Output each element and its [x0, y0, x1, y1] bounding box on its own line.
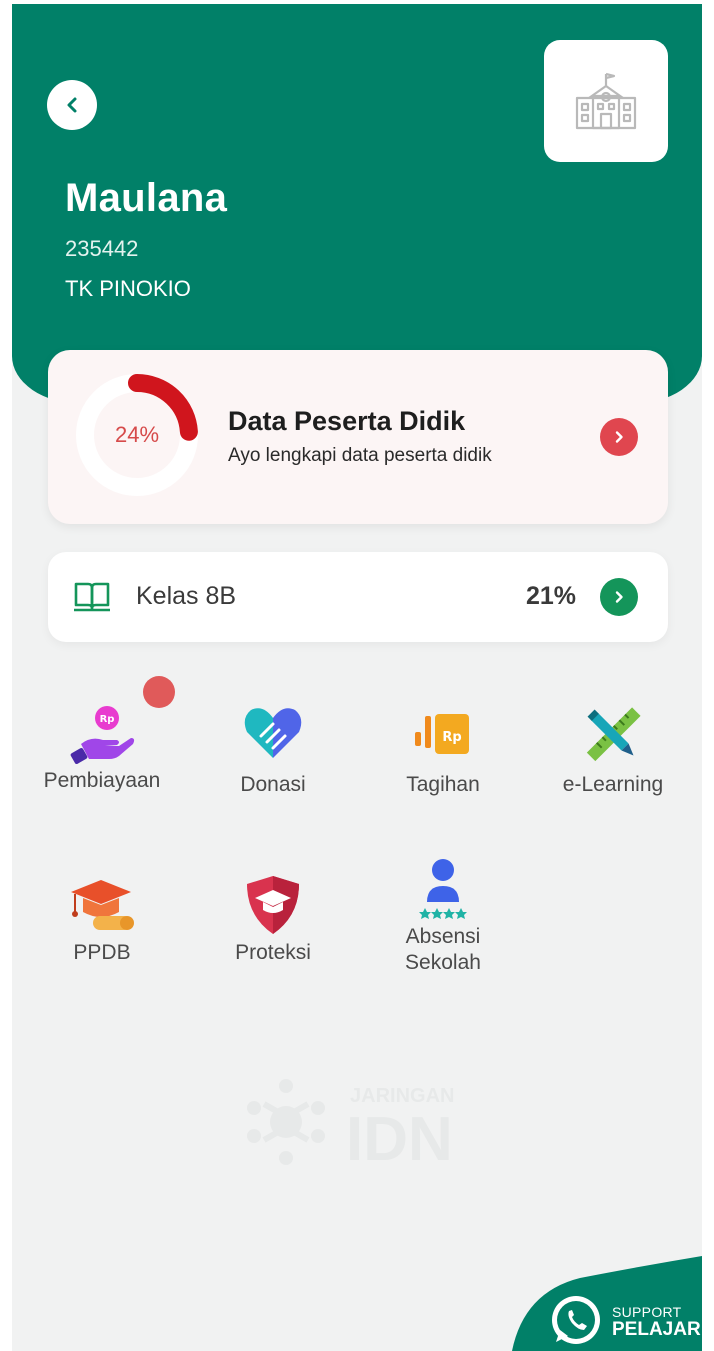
card-subtitle: Ayo lengkapi data peserta didik	[228, 445, 492, 466]
menu-label: Proteksi	[235, 941, 311, 964]
student-data-card[interactable]: 24% Data Peserta Didik Ayo lengkapi data…	[48, 350, 668, 524]
class-name: Kelas 8B	[136, 582, 237, 610]
chevron-right-icon	[615, 431, 623, 443]
menu-label-line1: Absensi	[405, 925, 481, 948]
svg-text:Rp: Rp	[100, 714, 115, 725]
svg-text:Rp: Rp	[442, 730, 461, 745]
bill-chart-icon: Rp	[415, 714, 469, 754]
menu-ppdb[interactable]: PPDB	[17, 872, 187, 966]
chevron-right-icon	[615, 591, 623, 603]
shield-cap-icon	[247, 876, 299, 934]
support-label-top: SUPPORT	[612, 1304, 682, 1320]
back-button[interactable]	[47, 80, 97, 130]
menu-elearning[interactable]: e-Learning	[528, 704, 698, 798]
watermark-line1: JARINGAN	[350, 1085, 454, 1107]
chevron-left-icon	[67, 97, 77, 113]
open-class-button[interactable]	[600, 578, 638, 616]
notification-dot	[143, 676, 175, 708]
menu-label-line2: Sekolah	[405, 951, 481, 974]
menu-label: Pembiayaan	[43, 769, 161, 792]
student-name: Maulana	[65, 176, 228, 220]
heart-handshake-icon	[244, 708, 302, 758]
menu-absensi-sekolah[interactable]: Absensi Sekolah	[358, 856, 528, 976]
school-logo-tile[interactable]	[544, 40, 668, 162]
class-percent: 21%	[526, 582, 577, 610]
menu-label: e-Learning	[562, 773, 664, 796]
school-name: TK PINOKIO	[65, 276, 191, 301]
menu-pembiayaan[interactable]: Rp Pembiayaan	[17, 704, 187, 794]
support-label-bottom: PELAJAR	[612, 1319, 701, 1340]
attendance-person-icon	[419, 859, 467, 919]
app-screen: Maulana 235442 TK PINOKIO 24% Data Peser…	[12, 4, 702, 1351]
open-student-data-button[interactable]	[600, 418, 638, 456]
menu-proteksi[interactable]: Proteksi	[188, 872, 358, 966]
menu-label: Tagihan	[406, 773, 480, 796]
menu-donasi[interactable]: Donasi	[188, 704, 358, 798]
student-id: 235442	[65, 236, 139, 261]
menu-label: Donasi	[240, 773, 306, 796]
profile-header: Maulana 235442 TK PINOKIO	[12, 4, 702, 404]
graduation-cap-icon	[71, 880, 134, 930]
class-card[interactable]: Kelas 8B 21%	[48, 552, 668, 642]
menu-label: PPDB	[73, 941, 131, 964]
book-icon	[74, 582, 110, 612]
card-title: Data Peserta Didik	[228, 406, 466, 436]
school-building-icon	[575, 72, 637, 130]
progress-percent: 24%	[114, 422, 160, 447]
menu-tagihan[interactable]: Rp Tagihan	[358, 704, 528, 798]
pencil-ruler-icon	[586, 707, 641, 762]
financing-hand-icon: Rp	[70, 706, 135, 764]
jaringan-idn-watermark-logo: JARINGAN IDN	[247, 1079, 454, 1170]
watermark-line2: IDN	[346, 1105, 453, 1170]
whatsapp-icon	[552, 1296, 600, 1344]
